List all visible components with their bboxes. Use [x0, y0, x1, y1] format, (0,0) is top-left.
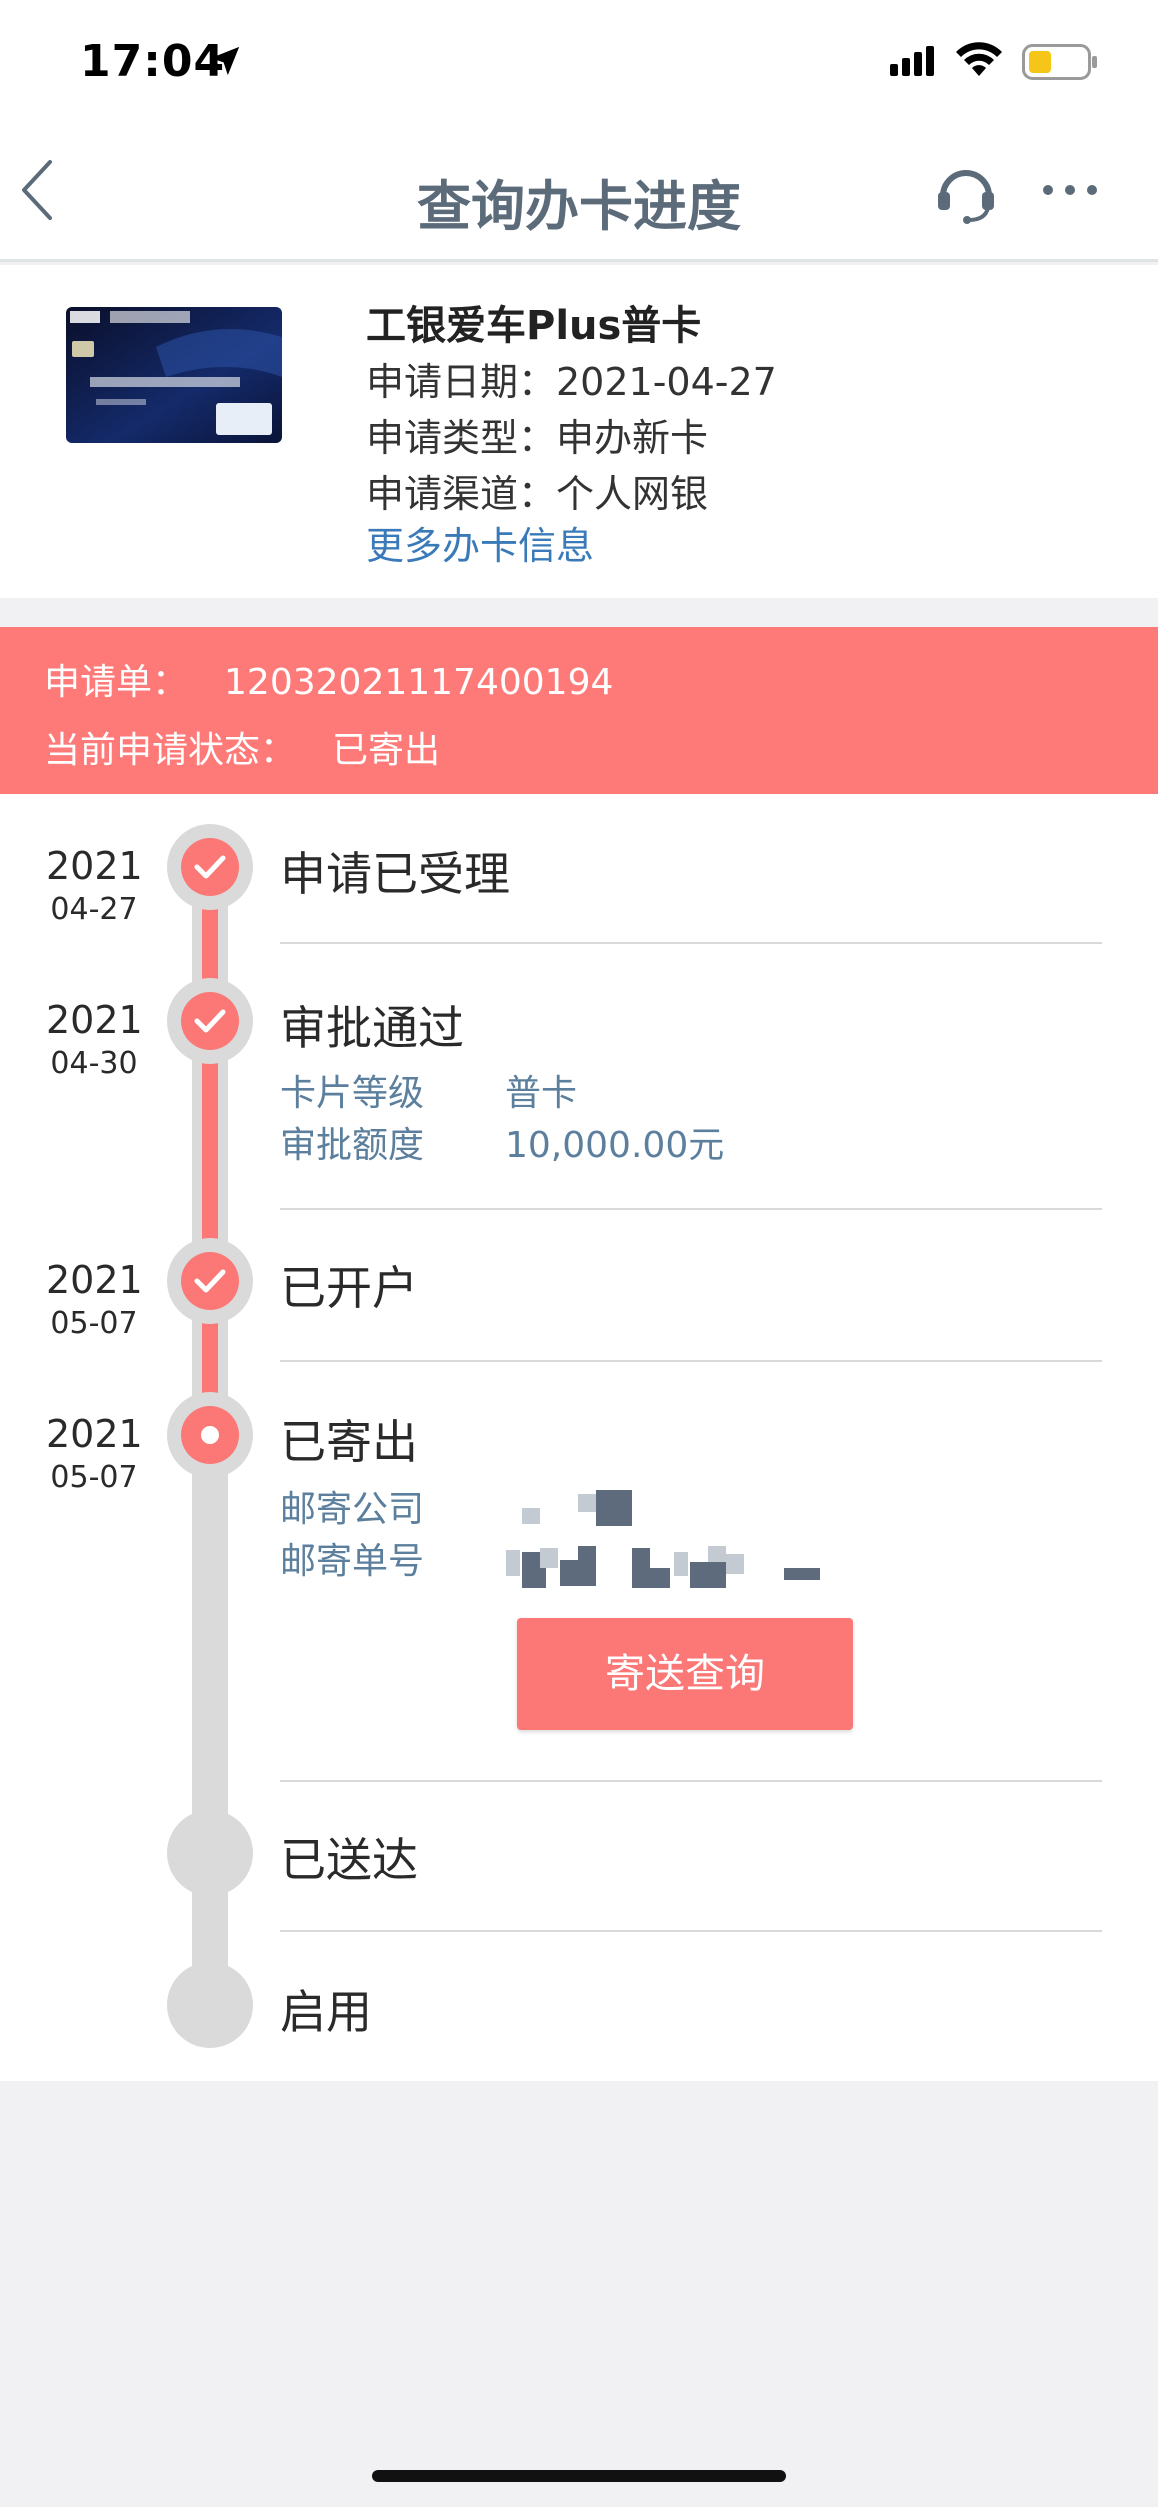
- divider: [280, 1208, 1102, 1210]
- apply-date: 申请日期：2021-04-27: [366, 360, 777, 404]
- more-icon[interactable]: [1040, 180, 1100, 200]
- step-title: 已寄出: [280, 1415, 418, 1469]
- screen: 17:04 查询办卡进度 工银爱车Plus普卡 申请日期：2021-04-27 …: [0, 0, 1158, 2507]
- card-level-value: 普卡: [505, 1073, 578, 1114]
- home-indicator[interactable]: [372, 2470, 786, 2482]
- application-status-banner: 申请单： 12032021117400194 当前申请状态： 已寄出: [0, 627, 1158, 794]
- card-name: 工银爱车Plus普卡: [366, 303, 702, 349]
- tracking-number-label: 邮寄单号: [280, 1541, 425, 1582]
- step-date-year: 2021: [46, 1412, 143, 1456]
- step-date-md: 04-30: [50, 1046, 138, 1081]
- step-date-year: 2021: [46, 998, 143, 1042]
- credit-limit-label: 审批额度: [280, 1125, 425, 1166]
- step-node-done: [167, 1238, 253, 1324]
- step-node-pending: [167, 1810, 253, 1896]
- timeline-progress: [202, 858, 218, 1430]
- step-date-md: 05-07: [50, 1460, 138, 1495]
- shipping-query-button[interactable]: 寄送查询: [517, 1618, 853, 1730]
- status-bar: 17:04: [0, 0, 1158, 120]
- more-card-info-link[interactable]: 更多办卡信息: [366, 515, 594, 570]
- order-number-value: 12032021117400194: [224, 662, 614, 703]
- step-title: 审批通过: [280, 1001, 464, 1055]
- step-node-done: [167, 824, 253, 910]
- card-info-section: 工银爱车Plus普卡 申请日期：2021-04-27 申请类型：申办新卡 申请渠…: [0, 265, 1158, 598]
- check-icon: [194, 1269, 226, 1293]
- step-title: 启用: [280, 1985, 372, 2039]
- divider: [280, 1930, 1102, 1932]
- nav-bar: 查询办卡进度: [0, 120, 1158, 262]
- status-value: 已寄出: [332, 730, 441, 771]
- signal-icon: [890, 46, 934, 76]
- location-arrow-icon: [210, 46, 240, 76]
- step-date-md: 05-07: [50, 1306, 138, 1341]
- step-node-done: [167, 978, 253, 1064]
- step-date-year: 2021: [46, 844, 143, 888]
- step-node-current: [167, 1392, 253, 1478]
- order-number-label: 申请单：: [44, 662, 189, 703]
- customer-service-icon[interactable]: [935, 162, 997, 224]
- step-node-pending: [167, 1962, 253, 2048]
- order-number-row: 申请单： 12032021117400194: [44, 653, 613, 705]
- credit-limit-value: 10,000.00元: [505, 1125, 725, 1166]
- card-level-label: 卡片等级: [280, 1073, 425, 1114]
- step-date-md: 04-27: [50, 892, 138, 927]
- current-dot-icon: [201, 1426, 219, 1444]
- divider: [280, 942, 1102, 944]
- step-title: 已开户: [280, 1261, 418, 1315]
- wifi-icon: [956, 42, 1002, 76]
- apply-type: 申请类型：申办新卡: [366, 416, 709, 460]
- status-row: 当前申请状态： 已寄出: [44, 721, 440, 773]
- step-title: 已送达: [280, 1833, 418, 1887]
- check-icon: [194, 1009, 226, 1033]
- divider: [280, 1780, 1102, 1782]
- courier-company-label: 邮寄公司: [280, 1489, 425, 1530]
- progress-timeline: 2021 04-27 申请已受理 2021 04-30 审批通过 卡片等级 普卡…: [0, 794, 1158, 2081]
- step-date-year: 2021: [46, 1258, 143, 1302]
- credit-card-image: [66, 307, 282, 443]
- step-title: 申请已受理: [280, 847, 510, 901]
- apply-channel: 申请渠道：个人网银: [366, 472, 709, 516]
- check-icon: [194, 855, 226, 879]
- battery-icon: [1022, 44, 1097, 80]
- status-time: 17:04: [80, 36, 226, 87]
- status-label: 当前申请状态：: [44, 730, 297, 771]
- divider: [280, 1360, 1102, 1362]
